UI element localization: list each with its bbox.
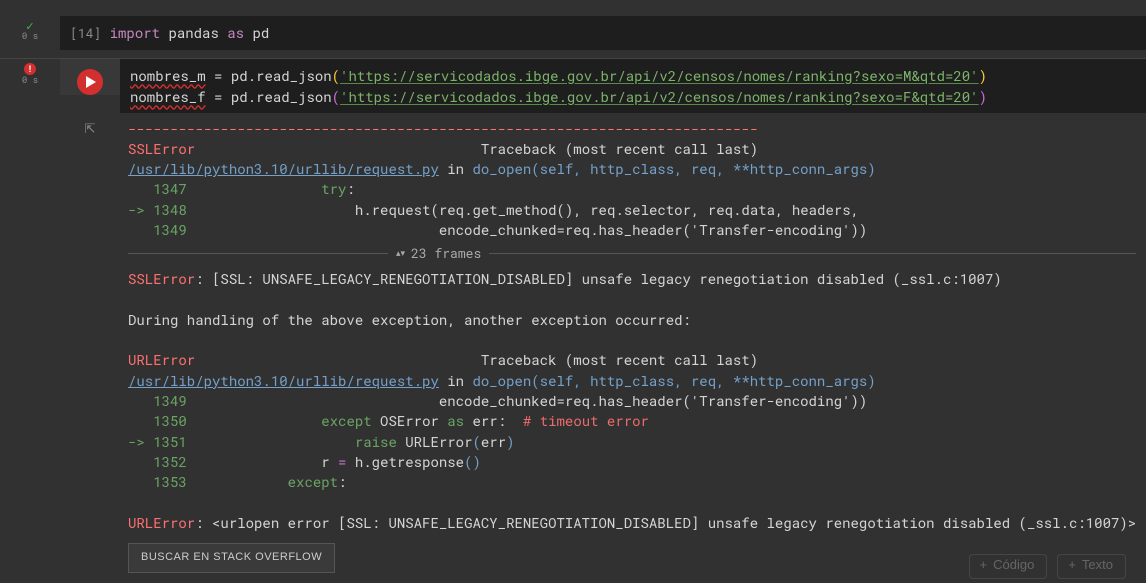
notebook: ✓ 0 s [14] import pandas as pd ! 0 s: [0, 0, 1146, 583]
add-cell-bar: +Código +Texto: [0, 552, 1146, 581]
cell-input-row: [14] import pandas as pd: [60, 16, 1146, 50]
add-text-cell-button[interactable]: +Texto: [1057, 554, 1126, 579]
cell-gutter: ✓ 0 s: [0, 16, 60, 50]
plus-icon: +: [980, 557, 988, 572]
output-collapse-icon[interactable]: ⇱: [85, 119, 96, 583]
code-cell-2: ! 0 s nombres_m = pd.read_json('https://…: [0, 58, 1146, 583]
code-editor[interactable]: [14] import pandas as pd: [60, 16, 1146, 50]
traceback: ----------------------------------------…: [120, 113, 1146, 583]
traceback-file-link[interactable]: /usr/lib/python3.10/urllib/request.py: [128, 159, 439, 178]
frames-expander[interactable]: ▴▾23 frames: [128, 244, 1136, 263]
add-code-cell-button[interactable]: +Código: [969, 554, 1048, 579]
exec-time: 0 s: [22, 76, 38, 87]
code-cell-1: ✓ 0 s [14] import pandas as pd: [0, 16, 1146, 50]
exec-time: 0 s: [22, 32, 38, 43]
cell-output: ⇱ --------------------------------------…: [60, 113, 1146, 583]
cell-input-row: nombres_m = pd.read_json('https://servic…: [60, 59, 1146, 113]
check-icon: ✓: [25, 20, 34, 31]
code-editor[interactable]: nombres_m = pd.read_json('https://servic…: [120, 59, 1146, 113]
error-icon: !: [24, 63, 36, 75]
run-button[interactable]: [77, 69, 103, 95]
traceback-file-link[interactable]: /usr/lib/python3.10/urllib/request.py: [128, 371, 439, 390]
prompt-number: [14]: [70, 18, 101, 48]
play-icon: [85, 76, 97, 88]
run-cell-area: [60, 59, 120, 95]
output-gutter: ⇱: [60, 113, 120, 583]
plus-icon: +: [1068, 557, 1076, 572]
cell-gutter: ! 0 s: [0, 59, 60, 583]
expand-icon: ▴▾: [396, 251, 405, 256]
